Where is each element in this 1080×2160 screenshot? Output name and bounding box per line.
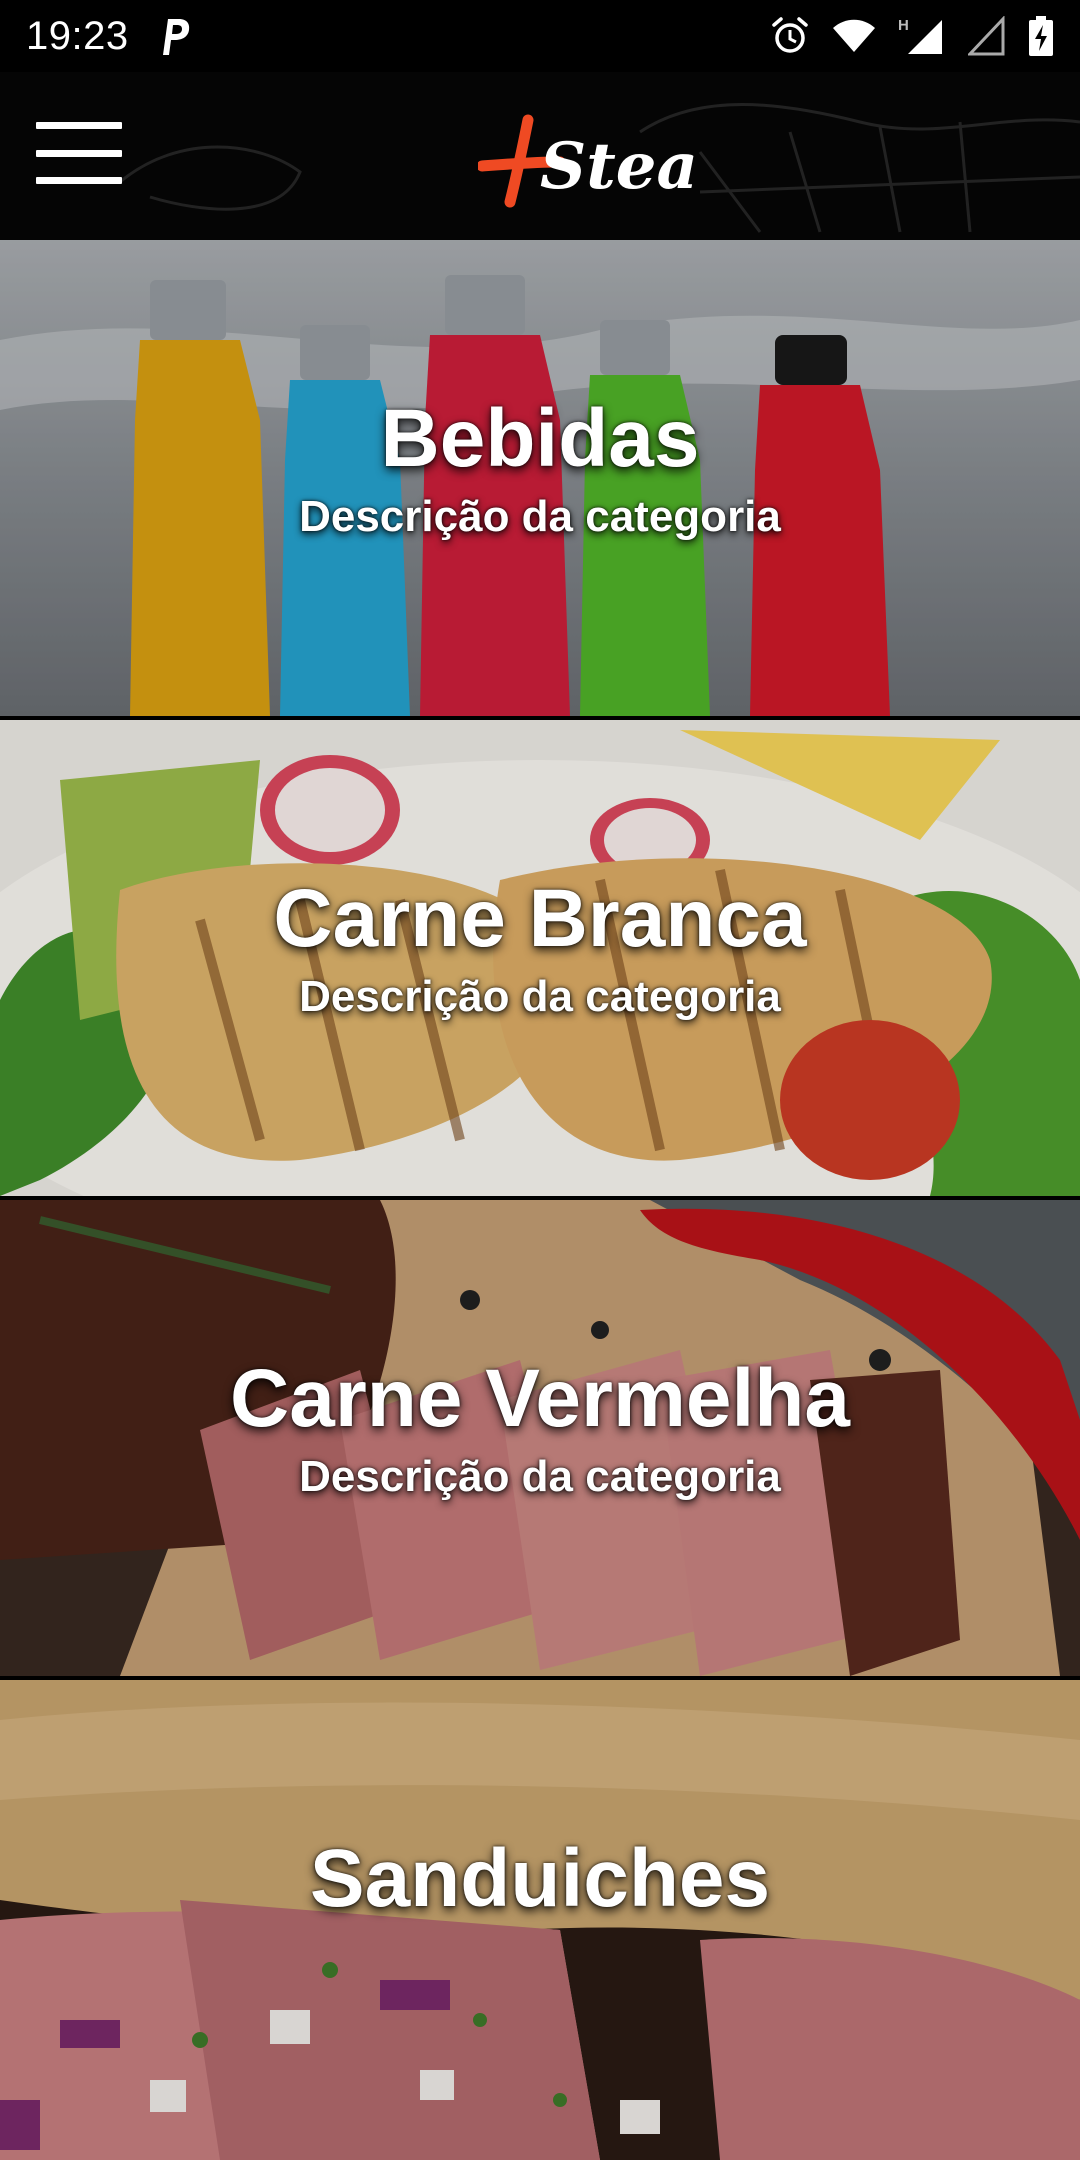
status-left: 19:23 [26, 14, 191, 59]
menu-line [36, 122, 122, 129]
status-time: 19:23 [26, 13, 129, 58]
signal-icon [968, 16, 1006, 56]
category-description: Descrição da categoria [299, 1452, 781, 1501]
app-logo: Steak [476, 110, 742, 210]
menu-line [36, 149, 122, 157]
category-description: Descrição da categoria [299, 972, 781, 1021]
hamburger-menu-icon[interactable] [36, 122, 122, 184]
category-card-carne-branca[interactable]: Carne Branca Descrição da categoria [0, 720, 1080, 1196]
signal-h-icon: H [898, 16, 946, 56]
parking-icon [157, 15, 191, 57]
category-description: Descrição da categoria [299, 492, 781, 541]
category-card-sanduiches[interactable]: Sanduiches [0, 1680, 1080, 2160]
status-bar: 19:23 H [0, 0, 1080, 72]
category-list: Bebidas Descrição da categoria Carne Bra… [0, 240, 1080, 2160]
alarm-icon [770, 16, 810, 56]
category-card-bebidas[interactable]: Bebidas Descrição da categoria [0, 240, 1080, 716]
network-type-label: H [898, 17, 909, 34]
category-title: Carne Vermelha [230, 1353, 850, 1444]
logo-text: Steak [540, 129, 698, 204]
status-icons: H [770, 15, 1054, 57]
battery-charging-icon [1028, 15, 1054, 57]
category-title: Carne Branca [273, 873, 807, 964]
category-title: Bebidas [380, 393, 700, 484]
wifi-icon [832, 19, 876, 53]
category-card-carne-vermelha[interactable]: Carne Vermelha Descrição da categoria [0, 1200, 1080, 1676]
category-title: Sanduiches [309, 1833, 771, 1924]
app-bar: Steak [0, 72, 1080, 240]
menu-line [36, 177, 122, 184]
